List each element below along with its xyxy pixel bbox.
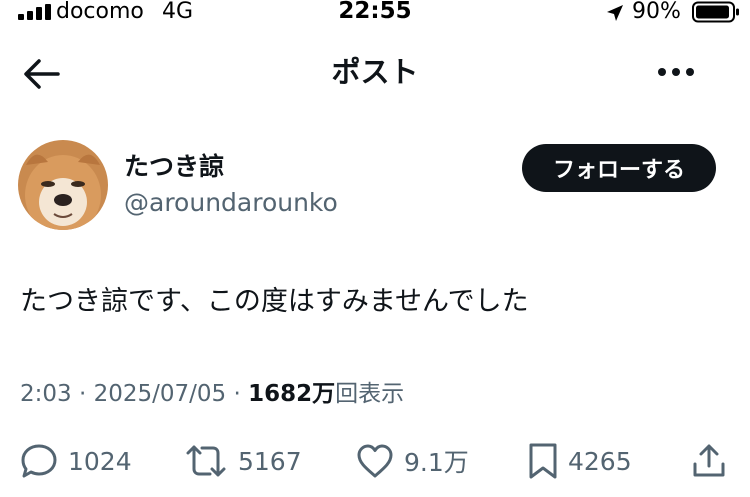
like-count: 9.1万 bbox=[404, 448, 469, 477]
author-handle[interactable]: @aroundarounko bbox=[124, 186, 338, 220]
meta-separator: · bbox=[233, 381, 241, 407]
post-text: たつき諒です、この度はすみませんでした bbox=[20, 286, 529, 317]
battery-icon bbox=[692, 1, 739, 23]
reply-count: 1024 bbox=[68, 446, 132, 476]
bookmark-icon bbox=[529, 443, 557, 479]
page-title: ポスト bbox=[331, 55, 419, 89]
like-action[interactable]: 9.1万 bbox=[356, 441, 469, 481]
repost-count: 5167 bbox=[238, 446, 302, 476]
bookmark-count: 4265 bbox=[568, 446, 632, 476]
follow-button[interactable]: フォローする bbox=[522, 144, 716, 192]
views-unit: 万 bbox=[312, 381, 336, 407]
share-action[interactable] bbox=[692, 441, 736, 481]
meta-separator: · bbox=[78, 381, 87, 407]
like-icon bbox=[357, 444, 393, 478]
post-time: 2:03 bbox=[20, 381, 72, 407]
battery-percent: 90% bbox=[632, 0, 681, 24]
location-arrow-icon bbox=[607, 5, 623, 21]
views-count: 1682 bbox=[248, 381, 313, 407]
post-meta: 2:03 · 2025/07/05 · 1682万回表示 bbox=[20, 374, 404, 414]
reply-action[interactable]: 1024 bbox=[20, 441, 132, 481]
reply-icon bbox=[21, 444, 57, 478]
more-icon[interactable] bbox=[656, 64, 696, 80]
bookmark-action[interactable]: 4265 bbox=[528, 441, 632, 481]
author-name[interactable]: たつき諒 bbox=[124, 150, 224, 184]
status-bar: docomo 4G 22:55 90% bbox=[0, 0, 750, 26]
post-date: 2025/07/05 bbox=[93, 381, 227, 407]
repost-action[interactable]: 5167 bbox=[184, 441, 302, 481]
repost-icon bbox=[186, 445, 226, 477]
views-suffix: 回表示 bbox=[335, 381, 405, 407]
share-icon bbox=[693, 444, 725, 477]
avatar[interactable] bbox=[18, 140, 108, 230]
